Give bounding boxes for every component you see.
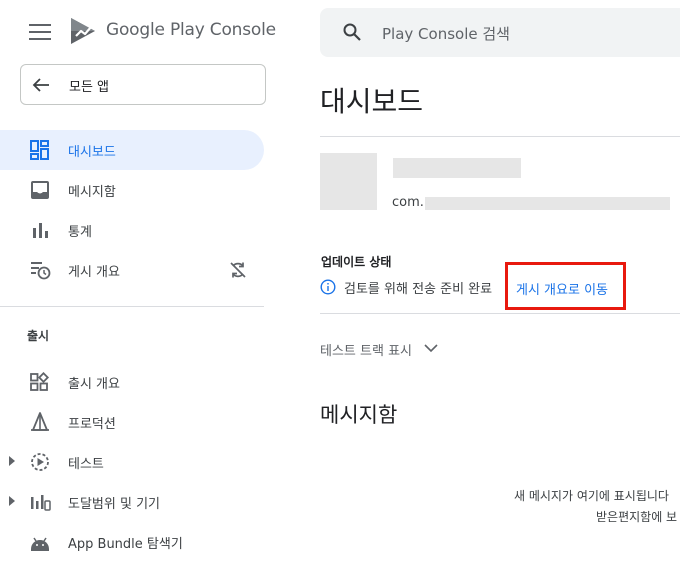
arrow-back-icon xyxy=(32,78,49,92)
package-name-redacted xyxy=(425,197,670,210)
show-test-tracks-toggle[interactable]: 테스트 트랙 표시 xyxy=(320,340,412,359)
sidebar-item-inbox[interactable]: 메시지함 xyxy=(0,170,264,210)
sidebar: Google Play Console 모든 앱 대시보드 메시지함 통계 게시… xyxy=(0,0,284,570)
update-status-text: 검토를 위해 전송 준비 완료 xyxy=(344,282,493,297)
sidebar-item-label: App Bundle 탐색기 xyxy=(68,537,183,552)
package-name-prefix: com. xyxy=(392,195,424,210)
sidebar-item-statistics[interactable]: 통계 xyxy=(0,210,264,250)
search-bar[interactable]: Play Console 검색 xyxy=(320,8,680,57)
sidebar-item-label: 게시 개요 xyxy=(68,265,120,280)
release-section-title: 출시 xyxy=(27,329,50,343)
sidebar-item-production[interactable]: 프로덕션 xyxy=(0,402,264,442)
chevron-down-icon[interactable] xyxy=(423,340,439,356)
page-title: 대시보드 xyxy=(320,85,424,118)
inbox-icon xyxy=(31,181,49,199)
divider xyxy=(320,313,680,314)
sidebar-item-testing[interactable]: 테스트 xyxy=(0,442,264,482)
inbox-empty-text: 새 메시지가 여기에 표시됩니다 xyxy=(514,489,669,503)
expand-caret-icon[interactable] xyxy=(9,496,15,506)
sidebar-item-label: 테스트 xyxy=(68,457,104,472)
testing-icon xyxy=(31,453,49,471)
brand-name: Google Play Console xyxy=(106,20,276,40)
sidebar-item-dashboard[interactable]: 대시보드 xyxy=(0,130,264,170)
publishing-overview-icon xyxy=(31,262,51,280)
reach-devices-icon xyxy=(31,495,51,511)
sync-disabled-icon xyxy=(230,262,246,278)
app-name-redacted xyxy=(393,158,521,178)
sidebar-item-release-overview[interactable]: 출시 개요 xyxy=(0,362,264,402)
android-icon xyxy=(31,537,49,551)
info-icon xyxy=(320,279,336,295)
sidebar-item-label: 통계 xyxy=(68,225,92,240)
go-to-publishing-overview-link[interactable]: 게시 개요로 이동 xyxy=(505,262,626,310)
all-apps-button[interactable]: 모든 앱 xyxy=(20,64,266,105)
sidebar-item-label: 메시지함 xyxy=(68,185,116,200)
update-status-label: 업데이트 상태 xyxy=(321,255,392,269)
sidebar-item-app-bundle-explorer[interactable]: App Bundle 탐색기 xyxy=(0,522,264,562)
release-overview-icon xyxy=(30,372,50,391)
play-console-logo xyxy=(71,18,95,44)
dashboard-icon xyxy=(30,140,49,160)
sidebar-item-label: 대시보드 xyxy=(68,145,116,160)
search-icon xyxy=(343,23,361,41)
bar-chart-icon xyxy=(33,223,48,238)
search-placeholder: Play Console 검색 xyxy=(382,25,510,43)
all-apps-label: 모든 앱 xyxy=(69,80,110,95)
sidebar-item-label: 출시 개요 xyxy=(68,377,120,392)
inbox-section-title: 메시지함 xyxy=(320,403,398,427)
sidebar-item-label: 도달범위 및 기기 xyxy=(68,497,160,512)
inbox-empty-subtext: 받은편지함에 보 xyxy=(596,510,678,524)
app-icon xyxy=(320,153,377,210)
expand-caret-icon[interactable] xyxy=(9,456,15,466)
menu-icon[interactable] xyxy=(29,24,51,40)
sidebar-item-reach-devices[interactable]: 도달범위 및 기기 xyxy=(0,482,264,522)
production-icon xyxy=(31,412,49,431)
divider xyxy=(320,136,680,137)
sidebar-item-label: 프로덕션 xyxy=(68,417,116,432)
sidebar-divider xyxy=(0,306,264,307)
sidebar-item-publishing-overview[interactable]: 게시 개요 xyxy=(0,250,264,290)
link-label: 게시 개요로 이동 xyxy=(516,283,608,298)
